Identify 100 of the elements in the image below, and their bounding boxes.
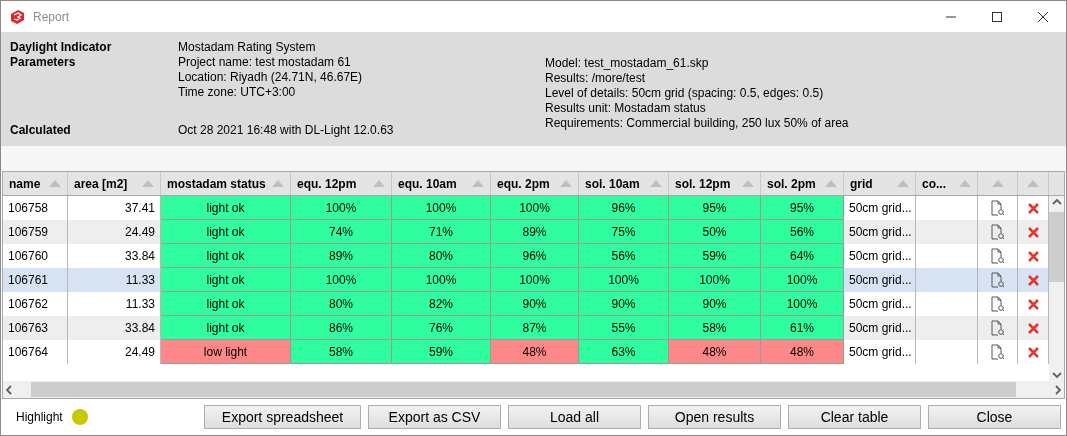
- column-header[interactable]: equ. 12pm: [291, 172, 392, 195]
- column-header[interactable]: equ. 2pm: [491, 172, 579, 195]
- table-cell: 82%: [392, 292, 491, 316]
- status-cell: light ok: [161, 268, 291, 292]
- close-icon[interactable]: [1038, 11, 1048, 22]
- table-cell: 96%: [579, 196, 669, 220]
- table-cell: 61%: [761, 316, 844, 340]
- table-cell: 48%: [761, 340, 844, 364]
- status-cell: light ok: [161, 244, 291, 268]
- info-label: Parameters: [10, 55, 77, 70]
- info-text: Location: Riyadh (24.71N, 46.67E): [178, 70, 364, 85]
- table-row[interactable]: 106761 11.33 light ok 100% 100% 100% 100% 100% 100% 50cm grid...: [3, 268, 1049, 292]
- info-text: Time zone: UTC+3:00: [178, 85, 297, 100]
- column-header[interactable]: mostadam status: [161, 172, 291, 195]
- info-text: Mostadam Rating System: [178, 40, 317, 55]
- sort-arrow-icon: [49, 180, 61, 187]
- info-text: Project name: test mostadam 61: [178, 55, 352, 70]
- table-cell: 48%: [669, 340, 761, 364]
- table-row[interactable]: 106763 33.84 light ok 86% 76% 87% 55% 58% 61% 50cm grid...: [3, 316, 1049, 340]
- document-search-icon[interactable]: [990, 200, 1005, 216]
- table-row[interactable]: 106759 24.49 light ok 74% 71% 89% 75% 50% 56% 50cm grid...: [3, 220, 1049, 244]
- status-cell: light ok: [161, 220, 291, 244]
- table-cell: 100%: [761, 292, 844, 316]
- column-header[interactable]: sol. 12pm: [669, 172, 761, 195]
- column-header[interactable]: name: [3, 172, 68, 195]
- info-text: Level of details: 50cm grid (spacing: 0.5, edges: 0.5): [545, 86, 825, 101]
- info-label: Daylight Indicator: [10, 40, 113, 55]
- info-label: Calculated: [10, 123, 72, 139]
- footer-button[interactable]: Open results: [648, 405, 781, 429]
- info-text: Requirements: Commercial building, 250 lux 50% of area: [545, 116, 850, 131]
- document-search-icon[interactable]: [990, 224, 1005, 240]
- table-cell: 100%: [579, 268, 669, 292]
- delete-icon[interactable]: [1027, 298, 1039, 310]
- column-header[interactable]: sol. 2pm: [761, 172, 844, 195]
- scroll-right-icon[interactable]: [1052, 383, 1064, 396]
- maximize-icon[interactable]: [992, 11, 1002, 22]
- footer-button[interactable]: Export spreadsheet: [204, 405, 361, 429]
- info-text: Model: test_mostadam_61.skp: [545, 56, 710, 71]
- footer-button[interactable]: Load all: [508, 405, 641, 429]
- footer-button[interactable]: Clear table: [788, 405, 921, 429]
- table-cell: 100%: [491, 268, 579, 292]
- delete-icon[interactable]: [1027, 202, 1039, 214]
- column-header[interactable]: sol. 10am: [579, 172, 669, 195]
- delete-icon[interactable]: [1027, 346, 1039, 358]
- footer-button[interactable]: Export as CSV: [368, 405, 501, 429]
- column-header[interactable]: grid: [844, 172, 916, 195]
- document-search-icon[interactable]: [990, 248, 1005, 264]
- status-cell: light ok: [161, 196, 291, 220]
- table-cell: 95%: [669, 196, 761, 220]
- delete-icon[interactable]: [1027, 274, 1039, 286]
- table-cell: 89%: [491, 220, 579, 244]
- delete-icon[interactable]: [1027, 226, 1039, 238]
- table-cell: 63%: [579, 340, 669, 364]
- table-cell: 90%: [579, 292, 669, 316]
- app-logo-icon: [9, 8, 25, 25]
- table-cell: 100%: [669, 268, 761, 292]
- table-cell: 59%: [669, 244, 761, 268]
- document-search-icon[interactable]: [990, 296, 1005, 312]
- info-text: Oct 28 2021 16:48 with DL-Light 12.0.63: [178, 123, 395, 139]
- document-search-icon[interactable]: [990, 344, 1005, 360]
- highlight-dot[interactable]: [71, 409, 88, 425]
- table-cell: 55%: [579, 316, 669, 340]
- table-cell: 100%: [392, 268, 491, 292]
- table-cell: 100%: [291, 268, 392, 292]
- sort-arrow-icon: [1027, 180, 1039, 187]
- table-cell: 100%: [291, 196, 392, 220]
- highlight-label: Highlight: [16, 410, 63, 424]
- table-cell: 86%: [291, 316, 392, 340]
- table-cell: 90%: [491, 292, 579, 316]
- table-cell: 106764: [3, 340, 68, 364]
- sort-arrow-icon: [142, 180, 154, 187]
- table-cell: 74%: [291, 220, 392, 244]
- table-cell: 59%: [392, 340, 491, 364]
- document-search-icon[interactable]: [990, 272, 1005, 288]
- sort-arrow-icon: [991, 180, 1004, 187]
- column-header[interactable]: equ. 10am: [392, 172, 491, 195]
- horizontal-scrollbar[interactable]: [3, 381, 1064, 398]
- delete-icon[interactable]: [1027, 322, 1039, 334]
- sort-arrow-icon: [897, 180, 909, 187]
- column-header[interactable]: co...: [916, 172, 978, 195]
- column-header[interactable]: area [m2]: [68, 172, 161, 195]
- status-cell: light ok: [161, 292, 291, 316]
- scroll-left-icon[interactable]: [3, 383, 15, 396]
- table-cell: 100%: [491, 196, 579, 220]
- footer-button[interactable]: Close: [928, 405, 1061, 429]
- table-cell: 71%: [392, 220, 491, 244]
- table-cell: 56%: [761, 220, 844, 244]
- delete-icon[interactable]: [1027, 250, 1039, 262]
- table-cell: 76%: [392, 316, 491, 340]
- window-title: Report: [33, 9, 71, 24]
- scroll-down-icon[interactable]: [1050, 369, 1063, 381]
- table-cell: 95%: [761, 196, 844, 220]
- table-cell: 96%: [491, 244, 579, 268]
- table-cell: 100%: [761, 268, 844, 292]
- table-cell: 56%: [579, 244, 669, 268]
- vertical-scrollbar[interactable]: [1049, 196, 1064, 381]
- sort-arrow-icon: [650, 180, 662, 187]
- table-cell: 100%: [392, 196, 491, 220]
- table-cell: 64%: [761, 244, 844, 268]
- document-search-icon[interactable]: [990, 320, 1005, 336]
